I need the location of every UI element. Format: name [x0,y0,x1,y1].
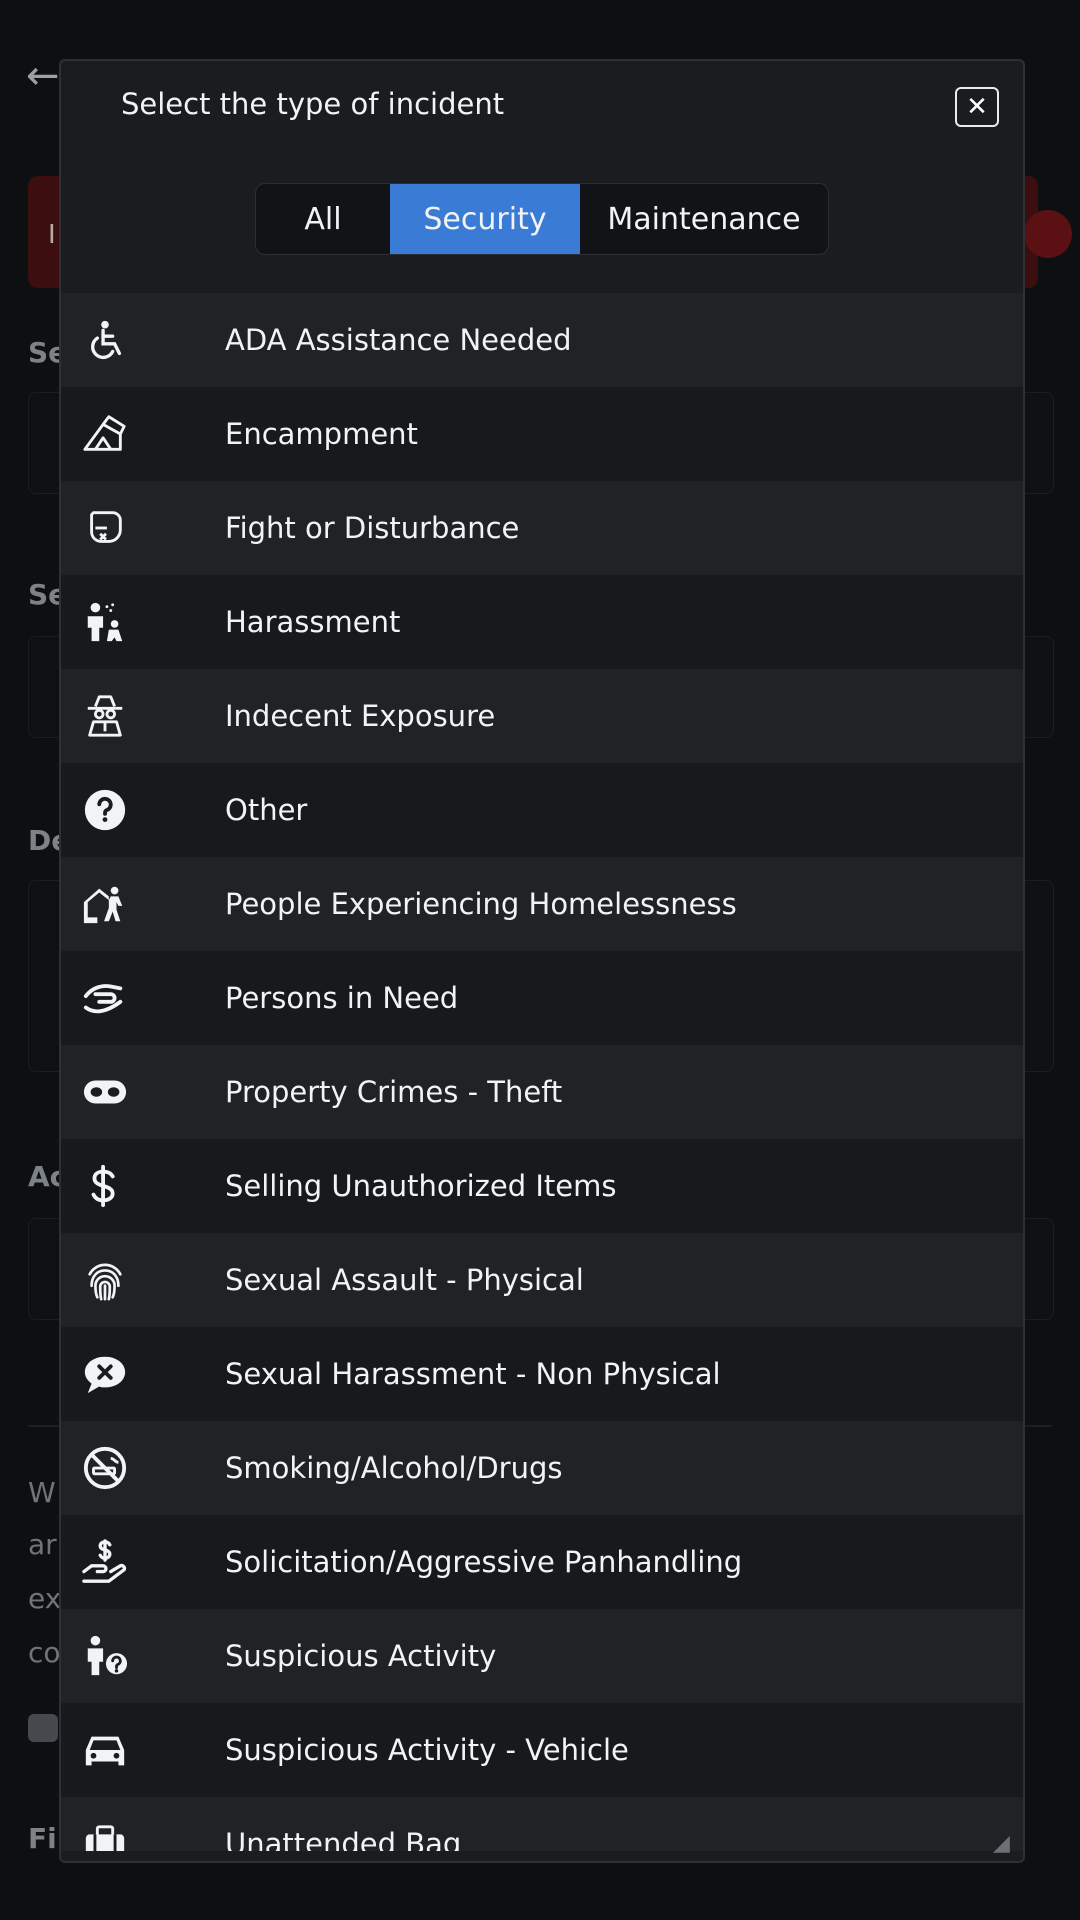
harassment-icon [81,598,129,646]
item-label: Indecent Exposure [225,699,496,733]
modal-title: Select the type of incident [121,87,505,121]
item-label: Selling Unauthorized Items [225,1169,617,1203]
spy-icon [81,692,129,740]
list-item[interactable]: Sexual Assault - Physical [61,1233,1023,1327]
item-label: Unattended Bag [225,1827,462,1851]
list-item[interactable]: Smoking/Alcohol/Drugs [61,1421,1023,1515]
fingerprint-icon [81,1256,129,1304]
list-item[interactable]: Sexual Harassment - Non Physical [61,1327,1023,1421]
paragraph-line: co [28,1636,61,1669]
item-label: Encampment [225,417,418,451]
item-label: Sexual Assault - Physical [225,1263,584,1297]
paragraph-line: ex [28,1582,62,1615]
list-item[interactable]: Suspicious Activity [61,1609,1023,1703]
item-label: Suspicious Activity - Vehicle [225,1733,629,1767]
tent-icon [81,410,129,458]
mask-icon [81,1068,129,1116]
incident-type-modal: Select the type of incident ✕ All Securi… [59,59,1025,1863]
item-label: Other [225,793,308,827]
list-item[interactable]: Solicitation/Aggressive Panhandling [61,1515,1023,1609]
item-label: Suspicious Activity [225,1639,497,1673]
no-smoking-icon [81,1444,129,1492]
alert-text: I [48,220,56,250]
tab-security[interactable]: Security [390,184,580,254]
item-label: Fight or Disturbance [225,511,520,545]
hand-dollar-icon [81,1538,129,1586]
car-icon [81,1726,129,1774]
resize-handle-icon[interactable]: ◢ [993,1831,1019,1857]
list-item[interactable]: Other [61,763,1023,857]
list-item[interactable]: Persons in Need [61,951,1023,1045]
list-item[interactable]: Suspicious Activity - Vehicle [61,1703,1023,1797]
house-person-icon [81,880,129,928]
list-item[interactable]: Fight or Disturbance [61,481,1023,575]
suitcase-icon [81,1820,129,1851]
paragraph-line: W [28,1476,56,1509]
person-question-icon [81,1632,129,1680]
close-button[interactable]: ✕ [955,87,999,127]
incident-list: ADA Assistance Needed Encampment Fight o… [61,293,1023,1851]
wheelchair-icon [81,316,129,364]
checkbox[interactable] [28,1714,58,1742]
item-label: People Experiencing Homelessness [225,887,737,921]
modal-header: Select the type of incident ✕ [61,61,1023,143]
list-item[interactable]: Indecent Exposure [61,669,1023,763]
item-label: Smoking/Alcohol/Drugs [225,1451,563,1485]
alert-icon [1024,210,1072,258]
paragraph-line: ar [28,1528,57,1561]
list-item[interactable]: Encampment [61,387,1023,481]
dollar-icon [81,1162,129,1210]
category-tabs: All Security Maintenance [255,183,829,255]
list-item[interactable]: Harassment [61,575,1023,669]
question-circle-icon [81,786,129,834]
item-label: Solicitation/Aggressive Panhandling [225,1545,743,1579]
list-item[interactable]: Selling Unauthorized Items [61,1139,1023,1233]
tab-all[interactable]: All [256,184,390,254]
helping-hand-icon [81,974,129,1022]
item-label: Harassment [225,605,401,639]
close-icon: ✕ [966,92,988,122]
tab-maintenance[interactable]: Maintenance [580,184,828,254]
list-item[interactable]: Property Crimes - Theft [61,1045,1023,1139]
item-label: ADA Assistance Needed [225,323,572,357]
boxing-glove-icon [81,504,129,552]
item-label: Persons in Need [225,981,459,1015]
item-label: Sexual Harassment - Non Physical [225,1357,721,1391]
field-label: Fi [28,1822,57,1855]
comment-x-icon [81,1350,129,1398]
list-item[interactable]: ADA Assistance Needed [61,293,1023,387]
list-item[interactable]: Unattended Bag [61,1797,1023,1851]
list-item[interactable]: People Experiencing Homelessness [61,857,1023,951]
item-label: Property Crimes - Theft [225,1075,563,1109]
